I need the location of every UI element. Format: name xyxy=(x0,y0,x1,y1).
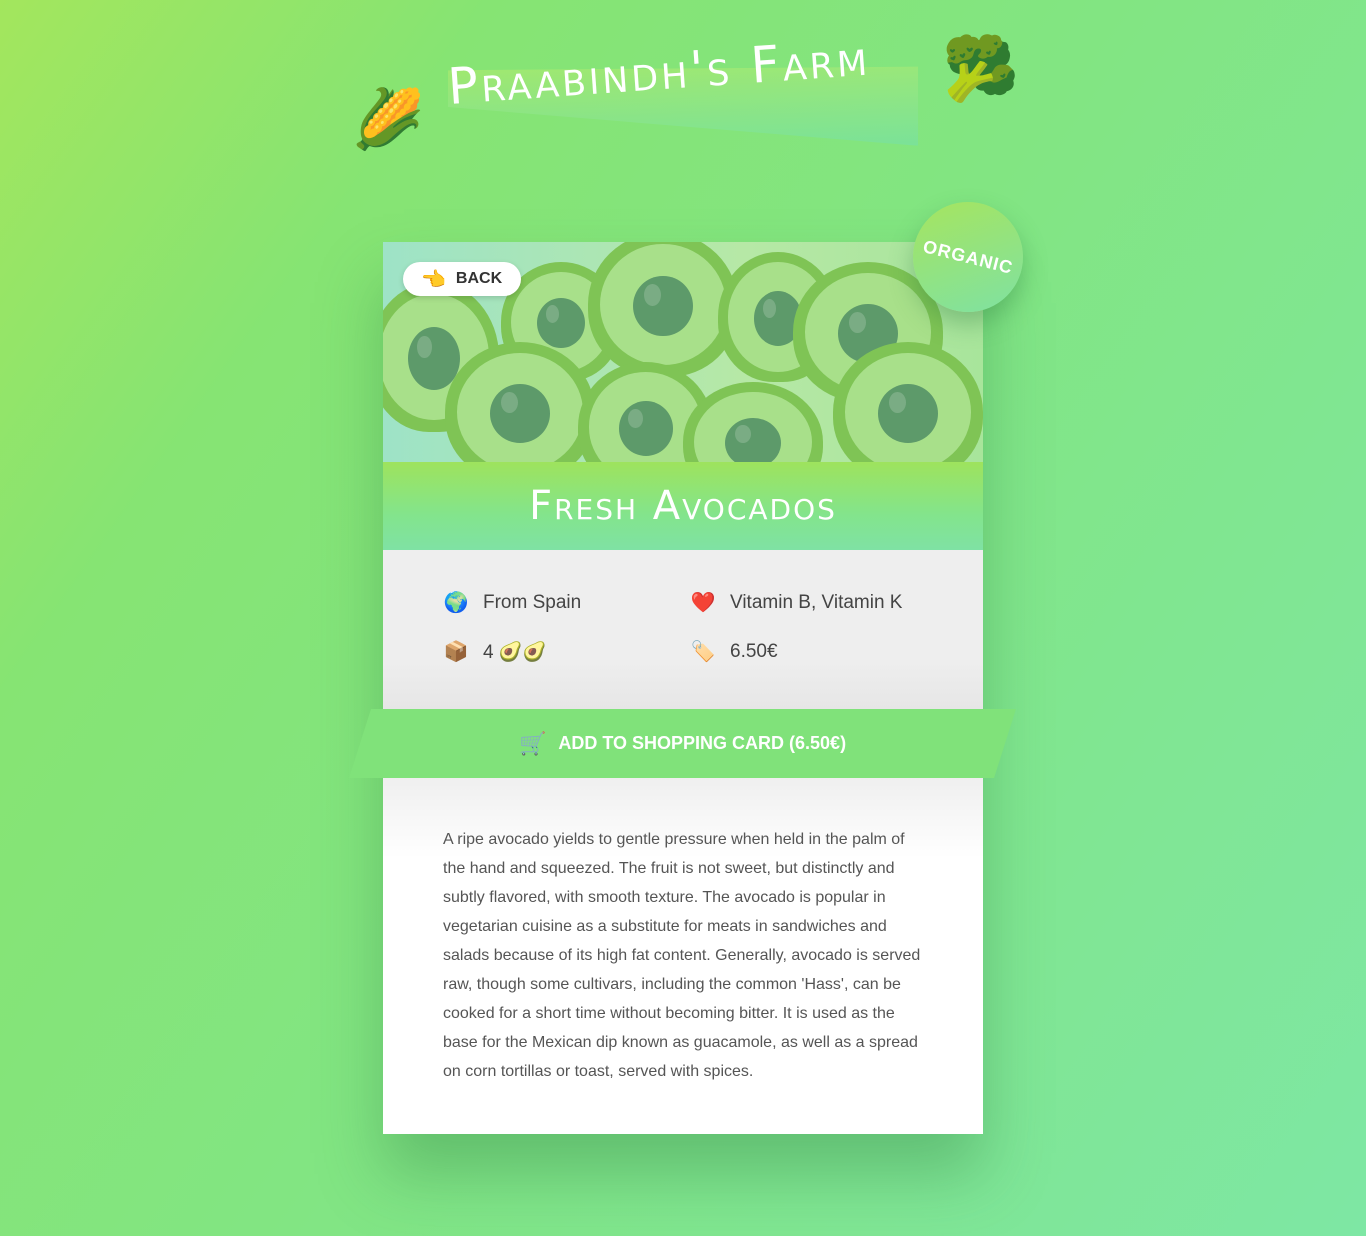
add-to-cart-label: ADD TO SHOPPING CARD (6.50€) xyxy=(558,733,847,753)
price-text: 6.50€ xyxy=(730,640,778,662)
pointing-hand-icon: 👈 xyxy=(421,268,446,291)
heart-icon: ❤️ xyxy=(690,592,716,614)
product-name: Fresh Avocados xyxy=(529,483,837,529)
vitamins-info: ❤️ Vitamin B, Vitamin K xyxy=(690,590,903,615)
back-label: BACK xyxy=(455,270,503,287)
corn-icon: 🌽 xyxy=(352,85,425,153)
product-card: 👈 BACK Fresh Avocados 🌍 From Spain ❤️ Vi… xyxy=(383,242,983,1134)
back-button[interactable]: 👈 BACK xyxy=(403,262,521,296)
globe-icon: 🌍 xyxy=(443,592,469,614)
add-to-cart-button[interactable]: 🛒 ADD TO SHOPPING CARD (6.50€) xyxy=(349,709,1016,778)
quantity-text: 4 🥑🥑 xyxy=(483,641,547,663)
quantity-info: 📦 4 🥑🥑 xyxy=(443,639,547,664)
vitamins-text: Vitamin B, Vitamin K xyxy=(730,591,903,613)
organic-badge-label: ORGANIC xyxy=(921,235,1016,278)
package-icon: 📦 xyxy=(443,641,469,663)
price-tag-icon: 🏷️ xyxy=(690,641,716,663)
avocado-image xyxy=(588,242,738,377)
product-name-band: Fresh Avocados xyxy=(383,462,983,550)
organic-badge: ORGANIC xyxy=(913,202,1023,312)
origin-info: 🌍 From Spain xyxy=(443,590,582,615)
origin-text: From Spain xyxy=(483,591,582,613)
product-description: A ripe avocado yields to gentle pressure… xyxy=(443,831,921,1080)
broccoli-icon: 🥦 xyxy=(942,32,1020,105)
product-image: 👈 BACK xyxy=(383,242,983,462)
product-info: 🌍 From Spain ❤️ Vitamin B, Vitamin K 📦 4… xyxy=(383,550,983,710)
page-header: 🌽 Praabindh's Farm 🥦 xyxy=(0,0,1366,200)
shopping-cart-icon: 🛒 xyxy=(518,730,547,756)
price-info: 🏷️ 6.50€ xyxy=(690,639,778,664)
